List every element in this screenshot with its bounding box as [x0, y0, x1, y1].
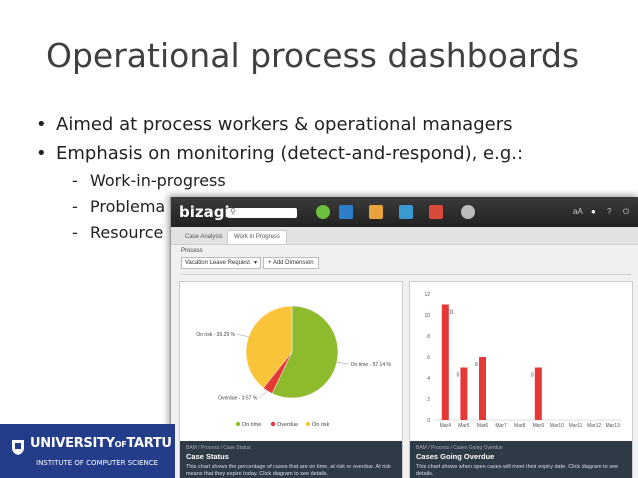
bullet-text: Aimed at process workers & operational m…: [56, 114, 513, 135]
university-name-part: TARTU: [126, 436, 172, 451]
legend-marker: [235, 421, 241, 427]
panel-breadcrumb: BAM / Process / Case Status: [186, 445, 251, 451]
dash-glyph: -: [72, 171, 78, 190]
panel-title: Cases Going Overdue: [416, 452, 495, 461]
help-icon[interactable]: ?: [607, 207, 611, 216]
process-label: Process: [181, 248, 203, 254]
tab-bar: Case Analysis Work in Progress: [171, 227, 638, 245]
x-tick-label: Mar13: [606, 423, 620, 429]
tab-case-analysis[interactable]: Case Analysis: [179, 231, 229, 244]
institute-name: INSTITUTE OF COMPUTER SCIENCE: [36, 459, 159, 467]
new-case-icon[interactable]: [316, 205, 330, 219]
bar-data-label: 11: [449, 310, 454, 316]
bar[interactable]: [479, 357, 486, 420]
university-crest-icon: [12, 440, 24, 455]
university-name-of: OF: [114, 440, 127, 449]
app-topbar: bizagi ⚲ aA ● ? ⏻: [171, 197, 638, 227]
legend-label: On time: [242, 422, 261, 428]
x-tick-label: Mar6: [477, 423, 489, 429]
slide-title: Operational process dashboards: [46, 36, 580, 75]
bullet-glyph: •: [36, 143, 47, 164]
university-logo-bar: UNIVERSITYOFTARTU INSTITUTE OF COMPUTER …: [0, 424, 175, 478]
bar-data-label: 5: [457, 373, 460, 379]
pie-label-leader: [336, 361, 349, 365]
y-tick-label: 2: [427, 397, 430, 403]
y-tick-label: 4: [427, 376, 430, 382]
process-value: Vacation Leave Request: [185, 260, 250, 266]
divider: [181, 274, 631, 275]
legend-marker: [270, 421, 276, 427]
y-tick-label: 6: [427, 355, 430, 361]
search-icon: ⚲: [230, 207, 236, 216]
tools-icon[interactable]: [429, 205, 443, 219]
x-tick-label: Mar5: [458, 423, 470, 429]
subbullet-text: Work-in-progress: [90, 171, 226, 190]
tab-work-in-progress[interactable]: Work in Progress: [227, 230, 287, 244]
cases-overdue-footer: BAM / Process / Cases Going Overdue Case…: [410, 441, 632, 478]
legend-label: Overdue: [277, 422, 298, 428]
chevron-down-icon: ▾: [253, 260, 257, 266]
case-status-chart[interactable]: On time - 57.14 % Overdue - 3.57 % On risk…: [180, 282, 402, 432]
panel-title: Case Status: [186, 452, 229, 461]
bullet-glyph: •: [36, 114, 47, 135]
bullet-text: Emphasis on monitoring (detect-and-respo…: [56, 143, 524, 164]
bullet-item: • Aimed at process workers & operational …: [36, 110, 523, 139]
bizagi-logo: bizagi: [179, 203, 230, 221]
panel-description: This chart shows when open cases will me…: [416, 464, 619, 477]
x-tick-label: Mar9: [533, 423, 545, 429]
pie-slice-label: Overdue - 3.57 %: [218, 396, 258, 402]
pie-slice-label: On risk - 39.29 %: [196, 332, 235, 338]
y-tick-label: 0: [427, 418, 430, 424]
y-tick-label: 10: [424, 313, 430, 319]
bar-data-label: 5: [531, 373, 534, 379]
dashboard-screenshot: bizagi ⚲ aA ● ? ⏻ Case Analysis Work in …: [170, 197, 638, 478]
subbullet-text: Resource: [90, 223, 164, 242]
power-icon[interactable]: ⏻: [623, 207, 629, 217]
bullet-item: • Emphasis on monitoring (detect-and-resp…: [36, 139, 523, 168]
pie-slice-label: On time - 57.14 %: [351, 362, 392, 368]
legend-marker: [305, 421, 311, 427]
university-name: UNIVERSITYOFTARTU: [30, 436, 172, 451]
inbox-icon[interactable]: [339, 205, 353, 219]
dash-glyph: -: [72, 223, 78, 242]
panel-breadcrumb: BAM / Process / Cases Going Overdue: [416, 445, 503, 451]
x-tick-label: Mar7: [495, 423, 507, 429]
reports-icon[interactable]: [369, 205, 383, 219]
university-name-part: UNIVERSITY: [30, 436, 115, 451]
add-dimension-button[interactable]: + Add Dimension: [263, 257, 319, 269]
panel-description: This chart shows the percentage of cases…: [186, 464, 391, 477]
cases-overdue-chart[interactable]: 0 2 4 6 8 10 12 11 Mar4 5 Mar5 6 Mar6 Mar7 Mar8 5 Mar9 Ma…: [410, 282, 632, 432]
x-tick-label: Mar4: [440, 423, 452, 429]
user-initials: aA: [573, 207, 583, 216]
gear-icon[interactable]: [461, 205, 475, 219]
pie-label-leader: [259, 390, 268, 398]
x-tick-label: Mar12: [587, 423, 601, 429]
bar[interactable]: [534, 367, 542, 421]
x-tick-label: Mar11: [569, 423, 583, 429]
subbullet-text: Problema: [90, 197, 166, 216]
bar[interactable]: [460, 367, 468, 421]
search-input[interactable]: ⚲: [227, 207, 297, 218]
cases-overdue-panel[interactable]: 0 2 4 6 8 10 12 11 Mar4 5 Mar5 6 Mar6 Mar7 Mar8 5 Mar9 Ma…: [409, 281, 633, 478]
process-select[interactable]: Vacation Leave Request ▾: [181, 257, 261, 269]
case-status-footer: BAM / Process / Case Status Case Status …: [180, 441, 402, 478]
subbullet-item: - Work-in-progress: [36, 168, 523, 194]
user-icon[interactable]: ●: [591, 207, 596, 216]
bar[interactable]: [441, 304, 449, 421]
legend-label: On risk: [312, 422, 330, 428]
case-status-panel[interactable]: On time - 57.14 % Overdue - 3.57 % On risk…: [179, 281, 403, 478]
dash-glyph: -: [72, 197, 78, 216]
bar-data-label: 6: [475, 362, 478, 368]
y-tick-label: 12: [424, 292, 430, 298]
pie-label-leader: [236, 333, 249, 338]
y-tick-label: 8: [427, 334, 430, 340]
x-tick-label: Mar10: [550, 423, 564, 429]
query-icon[interactable]: [399, 205, 413, 219]
x-tick-label: Mar8: [514, 423, 526, 429]
